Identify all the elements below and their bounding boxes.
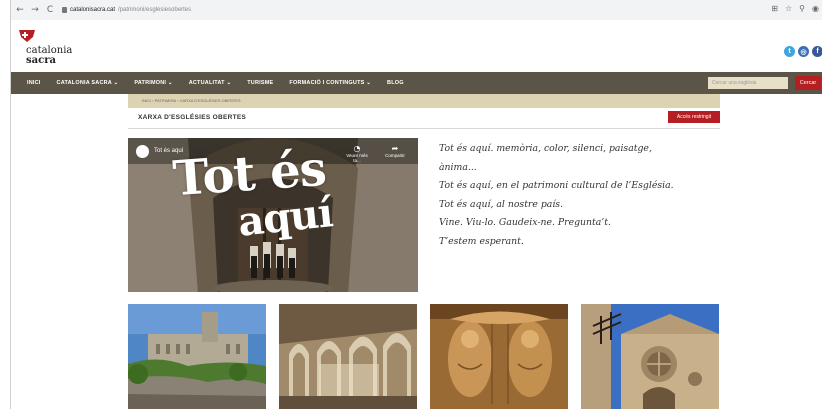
search-input[interactable]: Cercar una església (708, 77, 788, 89)
back-icon[interactable]: ← (14, 3, 26, 17)
nav-item-turisme[interactable]: TURISME (247, 80, 273, 86)
video-title[interactable]: Tot és aquí (154, 148, 183, 154)
channel-avatar[interactable] (136, 145, 149, 158)
facebook-icon[interactable]: f (812, 46, 822, 57)
intro-line: Tot és aquí. memòria, color, silenci, pa… (439, 143, 652, 154)
twitter-icon[interactable]: t (784, 46, 795, 57)
nav-item-patrimoni[interactable]: PATRIMONI ⌄ (134, 80, 172, 86)
browser-window: ← → C catalonisacra.cat/patrimoni/esgles… (10, 0, 822, 409)
social-links: t ◎ f (784, 46, 822, 57)
address-bar[interactable]: catalonisacra.cat/patrimoni/esglesiesobe… (62, 7, 191, 13)
translate-icon[interactable]: ⊞ (771, 4, 778, 13)
intro-line: Vine. Viu-lo. Gaudeix-ne. Pregunta’t. (439, 217, 611, 228)
intro-line: ànima... (439, 161, 477, 173)
clock-icon: ◔ (353, 144, 361, 153)
browser-toolbar: ← → C catalonisacra.cat/patrimoni/esgles… (11, 0, 822, 21)
intro-line: T’estem esperant. (439, 235, 524, 247)
logo-mark-icon (19, 30, 35, 42)
extensions-icon[interactable]: ⚲ (799, 4, 805, 13)
profile-icon[interactable]: ◉ (812, 4, 819, 13)
church-photo-cathedral (128, 304, 266, 409)
church-thumbnail[interactable] (430, 304, 568, 409)
restricted-access-button[interactable]: Accés restringit (668, 111, 720, 123)
nav-item-inici[interactable]: INICI (27, 80, 41, 86)
intro-line: Tot és aquí, en el patrimoni cultural de… (439, 180, 674, 191)
intro-line: Tot és aquí, al nostre país. (439, 198, 564, 210)
nav-item-catalonia-sacra[interactable]: CATALONIA SACRA ⌄ (57, 80, 119, 86)
forward-icon[interactable]: → (29, 3, 41, 17)
watch-later-button[interactable]: ◔ Veure més ta... (342, 144, 372, 163)
lock-icon (62, 7, 67, 13)
main-nav: INICI CATALONIA SACRA ⌄ PATRIMONI ⌄ ACTU… (11, 72, 822, 94)
title-bar: XARXA D'ESGLÉSIES OBERTES Accés restring… (128, 108, 720, 129)
reload-icon[interactable]: C (44, 3, 56, 17)
star-icon[interactable]: ☆ (785, 4, 792, 13)
church-thumbnail[interactable] (581, 304, 719, 409)
share-icon: ➦ (391, 144, 399, 153)
church-photo-cloister (279, 304, 417, 409)
breadcrumb-band: INICI › PATRIMONI › XARXA D'ESGLÉSIES OB… (128, 94, 720, 108)
nav-item-formacio[interactable]: FORMACIÓ I CONTINGUTS ⌄ (289, 80, 371, 86)
url-path: /patrimoni/esglesiesobertes (118, 7, 192, 13)
church-photo-capital (430, 304, 568, 409)
site-header: catalonia sacra t ◎ f (11, 20, 822, 72)
nav-item-blog[interactable]: BLOG (387, 80, 404, 86)
breadcrumb[interactable]: INICI › PATRIMONI › XARXA D'ESGLÉSIES OB… (142, 98, 241, 103)
share-button[interactable]: ➦ Compartir (380, 144, 410, 158)
intro-text: Tot és aquí. memòria, color, silenci, pa… (439, 140, 724, 251)
logo-text-sacra: sacra (26, 55, 56, 66)
church-thumbnail[interactable] (128, 304, 266, 409)
search-button[interactable]: Cercar (795, 76, 821, 90)
url-domain: catalonisacra.cat (70, 7, 116, 13)
nav-item-actualitat[interactable]: ACTUALITAT ⌄ (189, 80, 232, 86)
video-overlay-text-2: aquí (235, 189, 335, 246)
site-logo[interactable]: catalonia sacra (18, 29, 78, 69)
church-photo-facade (581, 304, 719, 409)
church-thumbnail[interactable] (279, 304, 417, 409)
page-title: XARXA D'ESGLÉSIES OBERTES (138, 114, 247, 121)
video-player[interactable]: Tot és aquí Tot és aquí ◔ Veure més ta..… (128, 138, 418, 292)
instagram-icon[interactable]: ◎ (798, 46, 809, 57)
